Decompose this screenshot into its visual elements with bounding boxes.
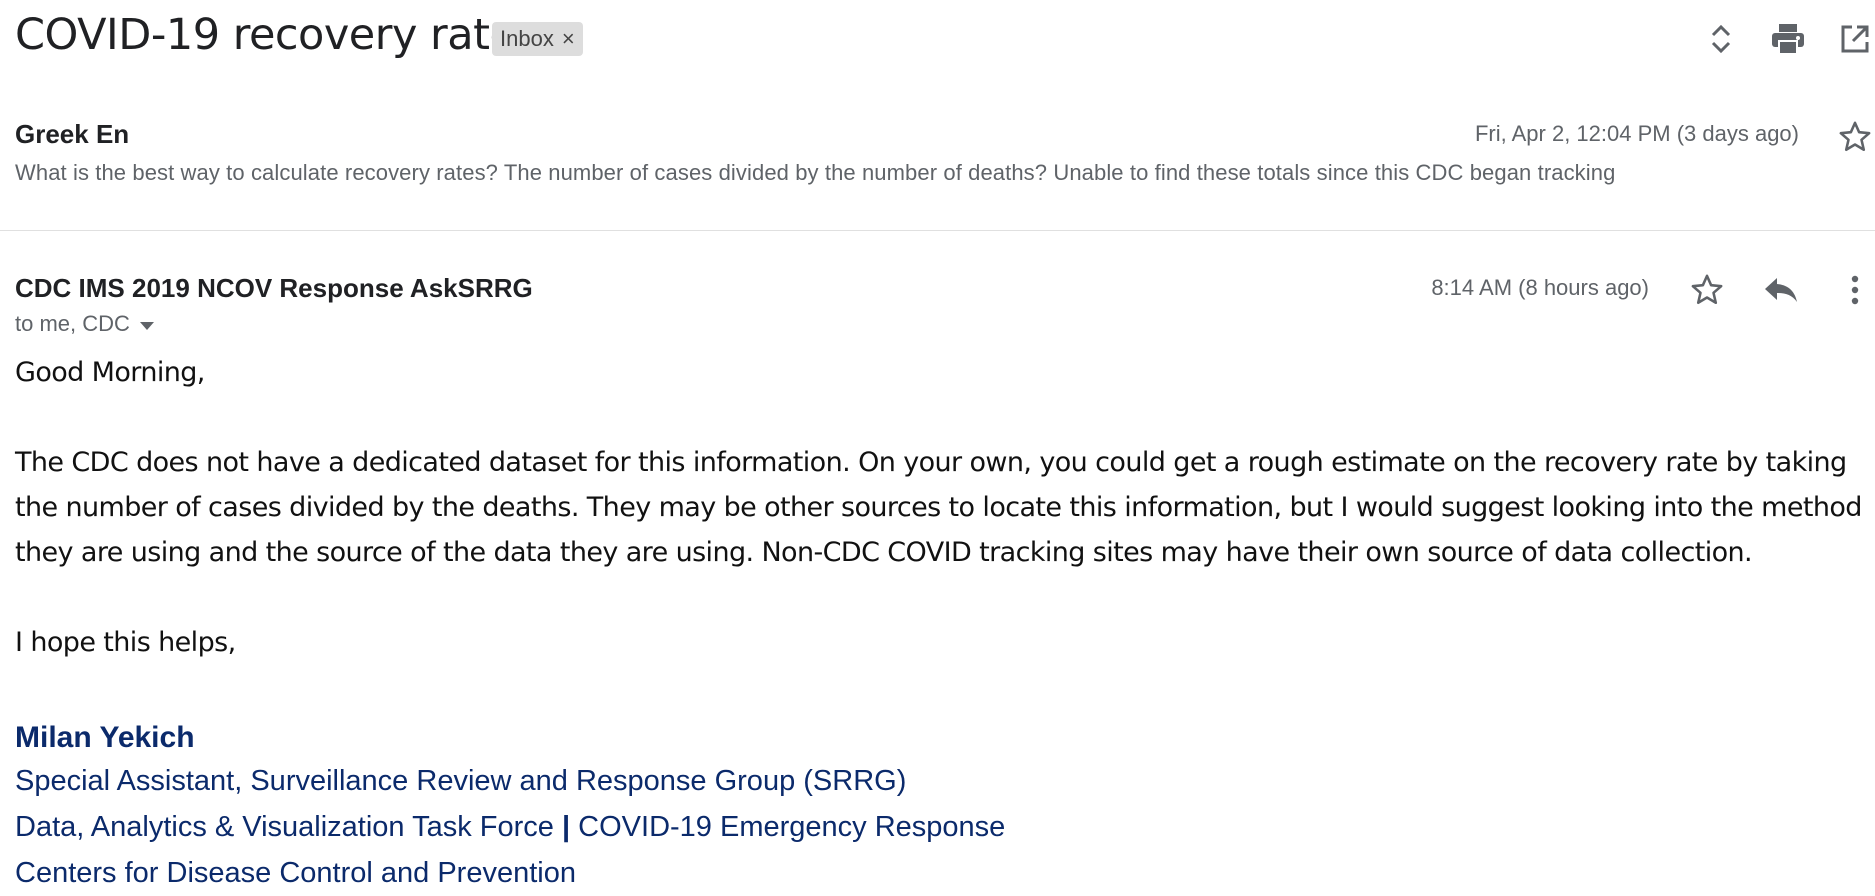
signature-block: Milan Yekich Special Assistant, Surveill… xyxy=(15,718,1005,896)
signature-org: Centers for Disease Control and Preventi… xyxy=(15,857,576,889)
message2-sender[interactable]: CDC IMS 2019 NCOV Response AskSRRG xyxy=(15,273,533,304)
message1-snippet[interactable]: What is the best way to calculate recove… xyxy=(15,160,1615,186)
open-in-new-window-icon[interactable] xyxy=(1834,18,1875,60)
message2-date: 8:14 AM (8 hours ago) xyxy=(1431,275,1649,300)
body-greeting: Good Morning, xyxy=(15,357,205,388)
signature-name: Milan Yekich xyxy=(15,721,195,754)
message1-sender[interactable]: Greek En xyxy=(15,119,129,150)
print-icon[interactable] xyxy=(1767,18,1809,60)
body-paragraph: The CDC does not have a dedicated datase… xyxy=(15,447,1862,568)
remove-label-icon[interactable]: × xyxy=(562,28,575,50)
label-text: Inbox xyxy=(500,26,554,51)
expand-collapse-icon[interactable] xyxy=(1700,18,1742,60)
message1-date: Fri, Apr 2, 12:04 PM (3 days ago) xyxy=(1474,121,1799,146)
inbox-label-chip[interactable]: Inbox × xyxy=(492,22,583,56)
signature-separator: | xyxy=(561,811,571,843)
star-icon[interactable] xyxy=(1688,271,1726,309)
star-icon[interactable] xyxy=(1836,118,1874,156)
body-closing: I hope this helps, xyxy=(15,627,236,658)
message-divider xyxy=(0,230,1875,231)
signature-title: Special Assistant, Surveillance Review a… xyxy=(15,765,907,797)
recipients-dropdown[interactable]: to me, CDC xyxy=(15,311,154,337)
email-subject: COVID-19 recovery rates xyxy=(15,10,538,60)
chevron-down-icon xyxy=(139,311,154,337)
signature-response: COVID-19 Emergency Response xyxy=(578,811,1006,843)
message-body: Good Morning, The CDC does not have a de… xyxy=(15,350,1865,665)
signature-task-force: Data, Analytics & Visualization Task For… xyxy=(15,811,554,843)
more-vert-icon[interactable] xyxy=(1838,271,1872,309)
recipients-text: to me, CDC xyxy=(15,311,130,336)
reply-icon[interactable] xyxy=(1762,271,1800,309)
signature-task-force-line: Data, Analytics & Visualization Task For… xyxy=(15,804,1005,850)
